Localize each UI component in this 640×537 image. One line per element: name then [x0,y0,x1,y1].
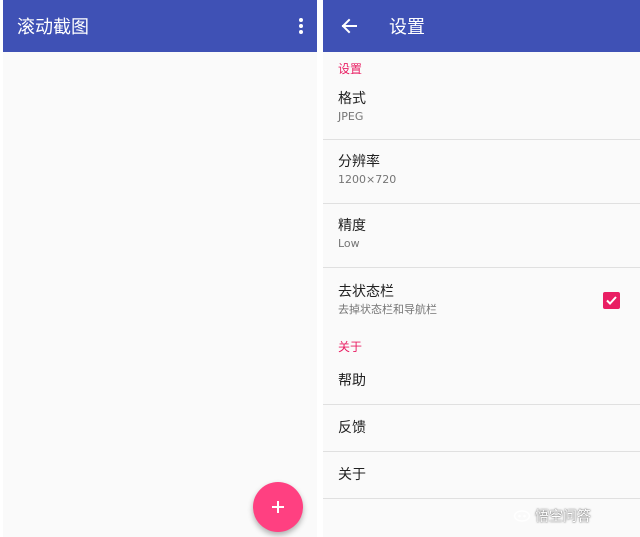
watermark: 悟空问答 [513,506,591,526]
wukong-logo-icon [513,510,531,522]
pref-precision-summary: Low [338,237,360,250]
category-settings-header: 设置 [338,62,363,76]
pref-help[interactable]: 帮助 [323,358,640,405]
pref-about[interactable]: 关于 [323,452,640,499]
settings-title: 设置 [389,17,425,38]
watermark-text: 悟空问答 [535,509,591,525]
pref-resolution-summary: 1200×720 [338,173,397,186]
pref-hide-status-bar-summary: 去掉状态栏和导航栏 [338,303,437,316]
pref-precision-label: 精度 [338,218,366,234]
main-app-bar: 滚动截图 [3,0,317,52]
main-screen: 滚动截图 [3,0,317,537]
arrow-back-icon [341,18,357,34]
pref-format-label: 格式 [338,91,366,107]
pref-hide-status-bar[interactable]: 去状态栏 去掉状态栏和导航栏 [323,268,640,334]
pref-resolution-label: 分辨率 [338,154,380,170]
app-title: 滚动截图 [17,17,89,38]
settings-app-bar: 设置 [323,0,640,52]
hide-status-bar-checkbox[interactable] [603,292,620,309]
plus-icon [272,501,284,513]
pref-resolution[interactable]: 分辨率 1200×720 [323,140,640,204]
pref-feedback[interactable]: 反馈 [323,405,640,452]
add-fab-button[interactable] [253,482,303,532]
category-about-header: 关于 [338,340,363,354]
pref-feedback-label: 反馈 [338,420,366,436]
pref-hide-status-bar-label: 去状态栏 [338,284,394,300]
pref-precision[interactable]: 精度 Low [323,204,640,268]
pref-format[interactable]: 格式 JPEG [323,78,640,140]
settings-screen: 设置 设置 格式 JPEG 分辨率 1200×720 精度 Low 去状态栏 去… [323,0,640,537]
check-icon [606,296,617,305]
back-button[interactable] [327,0,371,52]
more-vert-icon[interactable] [299,18,303,34]
pref-help-label: 帮助 [338,373,366,389]
pref-about-label: 关于 [338,467,366,483]
pref-format-summary: JPEG [338,110,364,123]
